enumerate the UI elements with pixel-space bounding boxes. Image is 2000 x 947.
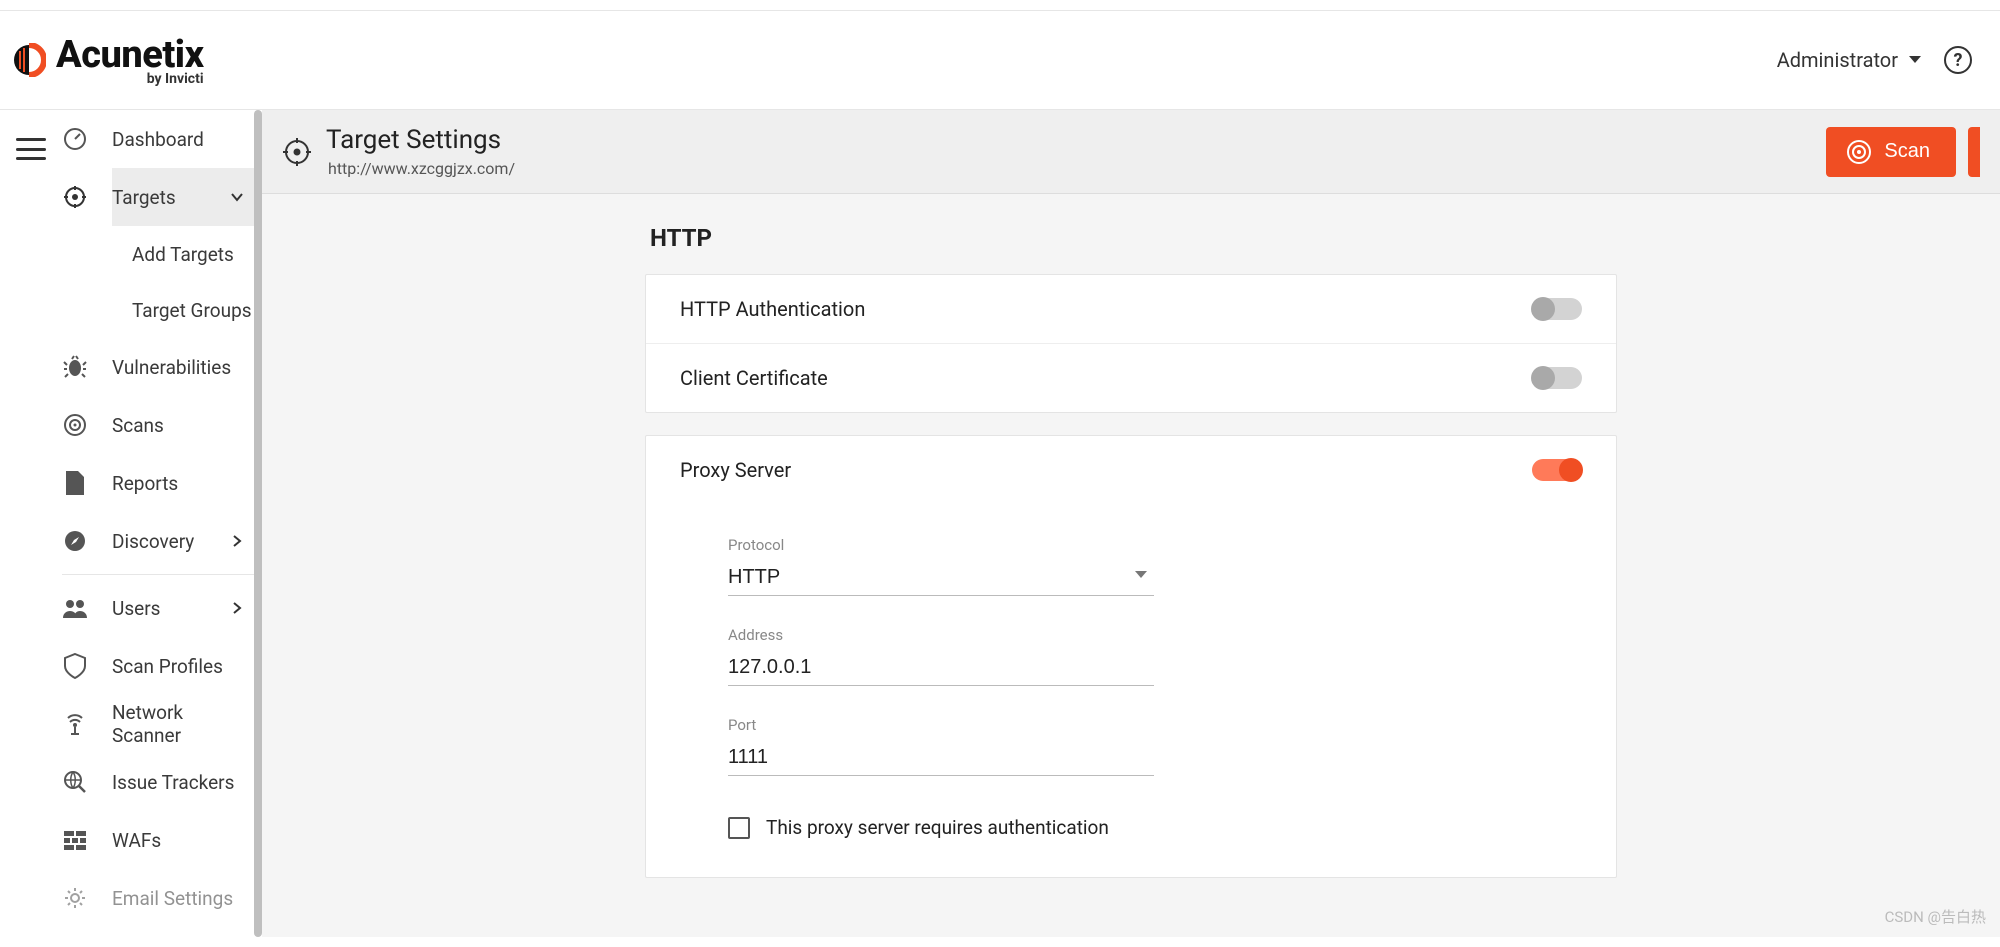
sidebar-item-label: Scans [112,414,244,437]
gauge-icon [62,126,88,152]
sidebar-item-label: Vulnerabilities [112,356,244,379]
sidebar-item-label: Add Targets [132,243,234,266]
page-subtitle: http://www.xzcggjzx.com/ [326,159,515,178]
divider [62,574,262,575]
sidebar-item-label: Issue Trackers [112,771,244,794]
watermark: CSDN @告白热 [1885,906,1986,927]
brand-mark-icon [12,43,46,77]
menu-toggle-icon[interactable] [16,138,46,160]
sidebar-item-vulnerabilities[interactable]: Vulnerabilities [112,338,262,396]
row-label: Proxy Server [680,458,791,482]
page-header: Target Settings http://www.xzcggjzx.com/… [262,110,2000,194]
port-input[interactable] [728,740,1154,776]
sidebar-item-scan-profiles[interactable]: Scan Profiles [112,637,262,695]
sidebar: Dashboard Targets Add Targets Target Gro… [62,110,262,937]
row-label: Client Certificate [680,366,828,390]
crosshair-icon [282,137,312,167]
sidebar-item-label: Scan Profiles [112,655,244,678]
shield-icon [62,653,88,679]
target-icon [62,184,88,210]
radar-icon [62,412,88,438]
main-content: Target Settings http://www.xzcggjzx.com/… [262,110,2000,937]
sidebar-item-email-settings[interactable]: Email Settings [112,869,262,927]
field-label: Protocol [728,536,1154,554]
chevron-right-icon [230,534,244,548]
field-label: Port [728,716,1154,734]
sidebar-item-reports[interactable]: Reports [112,454,262,512]
sidebar-item-label: Dashboard [112,128,244,151]
sidebar-item-label: Users [112,597,206,620]
brand-logo: Acunetix by Invicti [12,33,204,87]
sidebar-item-wafs[interactable]: WAFs [112,811,262,869]
sidebar-item-scans[interactable]: Scans [112,396,262,454]
menu-rail [0,110,62,937]
proxy-auth-checkbox[interactable] [728,817,750,839]
top-bar: Acunetix by Invicti Administrator ? [0,10,2000,110]
proxy-card: Proxy Server Protocol Address [645,435,1617,878]
http-section-title: HTTP [645,224,1617,252]
http-auth-toggle[interactable] [1532,298,1582,320]
antenna-icon [62,711,88,737]
client-cert-toggle[interactable] [1532,367,1582,389]
help-icon[interactable]: ? [1944,46,1972,74]
sidebar-item-dashboard[interactable]: Dashboard [112,110,262,168]
http-authentication-row: HTTP Authentication [646,275,1616,343]
sidebar-item-label: Target Groups [132,299,252,322]
scan-icon [1846,139,1872,165]
brand-byline: by Invicti [56,71,204,87]
page-title: Target Settings [326,125,515,155]
sidebar-item-label: Network Scanner [112,701,244,747]
sidebar-item-network-scanner[interactable]: Network Scanner [112,695,262,753]
sidebar-item-label: Discovery [112,530,206,553]
port-field: Port [728,716,1154,776]
sidebar-item-label: Email Settings [112,887,244,910]
sidebar-item-add-targets[interactable]: Add Targets [112,226,262,282]
protocol-select[interactable] [728,560,1154,596]
client-certificate-row: Client Certificate [646,343,1616,412]
user-label: Administrator [1777,48,1898,72]
proxy-toggle[interactable] [1532,459,1582,481]
scan-button-label: Scan [1884,140,1930,163]
sidebar-item-label: WAFs [112,829,244,852]
http-card: HTTP Authentication Client Certificate [645,274,1617,413]
sidebar-item-targets[interactable]: Targets [112,168,262,226]
compass-icon [62,528,88,554]
sidebar-item-label: Reports [112,472,244,495]
users-icon [62,595,88,621]
checkbox-label: This proxy server requires authenticatio… [766,816,1109,839]
secondary-button-edge[interactable] [1968,127,1980,177]
protocol-field: Protocol [728,536,1154,596]
gear-icon [62,885,88,911]
address-input[interactable] [728,650,1154,686]
address-field: Address [728,626,1154,686]
sidebar-item-target-groups[interactable]: Target Groups [112,282,262,338]
field-label: Address [728,626,1154,644]
sidebar-item-users[interactable]: Users [112,579,262,637]
file-icon [62,470,88,496]
firewall-icon [62,827,88,853]
caret-down-icon [1908,55,1922,65]
scan-button[interactable]: Scan [1826,127,1956,177]
sidebar-item-issue-trackers[interactable]: Issue Trackers [112,753,262,811]
proxy-server-row: Proxy Server [646,436,1616,504]
row-label: HTTP Authentication [680,297,865,321]
chevron-right-icon [230,601,244,615]
bug-icon [62,354,88,380]
chevron-down-icon [230,190,244,204]
globe-search-icon [62,769,88,795]
user-menu[interactable]: Administrator [1777,48,1922,72]
sidebar-item-label: Targets [112,186,206,209]
sidebar-item-discovery[interactable]: Discovery [112,512,262,570]
